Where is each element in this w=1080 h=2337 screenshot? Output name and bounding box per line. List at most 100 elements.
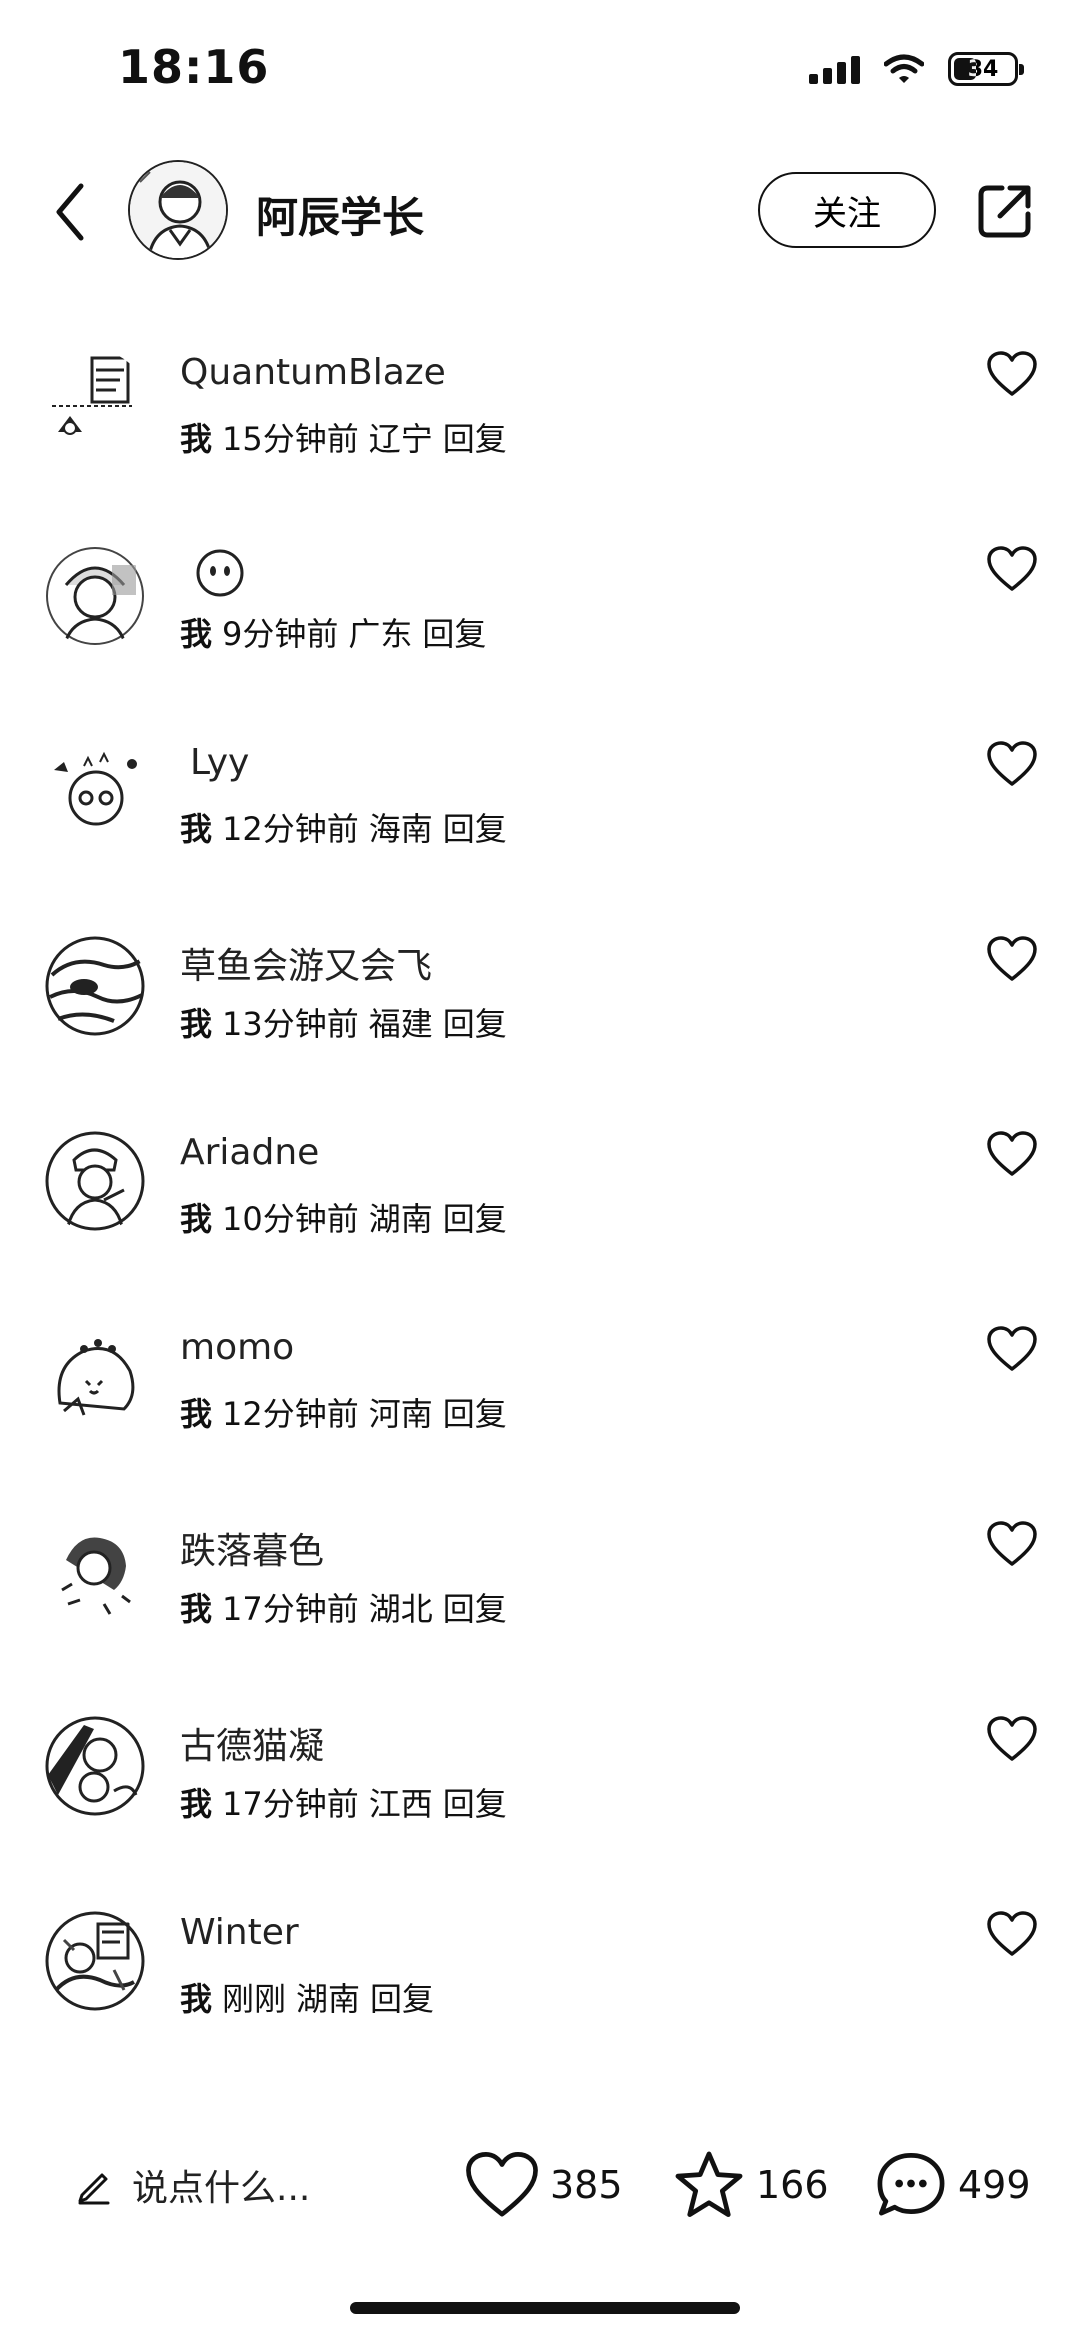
avatar[interactable]	[44, 935, 146, 1037]
comment-text: 我	[180, 1590, 213, 1628]
reply-button[interactable]: 回复	[443, 1200, 507, 1238]
comment-meta: 我 12分钟前 海南 回复	[180, 804, 507, 850]
comment-item: 跌落暮色 我 17分钟前 湖北 回复	[0, 1500, 1080, 1695]
share-button[interactable]	[976, 182, 1034, 240]
reply-button[interactable]: 回复	[422, 615, 486, 653]
reply-button[interactable]: 回复	[370, 1980, 434, 2018]
comment-username[interactable]: Winter	[180, 1912, 299, 1953]
heart-icon[interactable]	[986, 1520, 1038, 1568]
comment-time: 刚刚	[222, 1980, 287, 2018]
comment-time: 17分钟前	[222, 1590, 359, 1628]
comment-username[interactable]: Ariadne	[180, 1132, 319, 1173]
collect-button[interactable]: 166	[672, 2142, 829, 2228]
battery-level: 34	[967, 56, 999, 82]
emoji-face-icon	[196, 549, 244, 597]
reply-button[interactable]: 回复	[443, 1590, 507, 1628]
comment-item: 我 9分钟前 广东 回复	[0, 525, 1080, 720]
comment-text: 我	[180, 1005, 213, 1043]
comment-time: 12分钟前	[222, 810, 359, 848]
comment-text: 我	[180, 810, 213, 848]
comment-username[interactable]: Lyy	[190, 742, 249, 783]
back-icon	[56, 183, 84, 241]
comment-item: Winter 我刚刚 湖南 回复	[0, 1890, 1080, 2085]
comment-region: 湖北	[368, 1590, 433, 1628]
post-header: 阿辰学长 关注	[0, 160, 1080, 260]
heart-icon[interactable]	[986, 1325, 1038, 1373]
avatar[interactable]	[44, 1130, 146, 1232]
reply-button[interactable]: 回复	[443, 1785, 507, 1823]
comment-region: 辽宁	[368, 420, 433, 458]
comment-meta: 我 15分钟前 辽宁 回复	[180, 414, 507, 460]
reply-button[interactable]: 回复	[443, 1005, 507, 1043]
reply-button[interactable]: 回复	[443, 810, 507, 848]
bottom-action-bar: 说点什么... 385 166 499	[0, 2130, 1080, 2240]
heart-icon[interactable]	[986, 1910, 1038, 1958]
author-avatar[interactable]	[128, 160, 228, 260]
avatar[interactable]	[44, 1910, 146, 2012]
comment-text: 我	[180, 1200, 213, 1238]
comment-username[interactable]: QuantumBlaze	[180, 352, 446, 393]
comment-username[interactable]: 草鱼会游又会飞	[180, 937, 432, 989]
battery-icon: 34	[948, 52, 1024, 86]
comment-item: Lyy 我 12分钟前 海南 回复	[0, 720, 1080, 915]
heart-icon[interactable]	[986, 545, 1038, 593]
wifi-icon	[884, 54, 924, 83]
comment-time: 9分钟前	[222, 615, 339, 653]
avatar[interactable]	[44, 1715, 146, 1817]
heart-icon[interactable]	[986, 740, 1038, 788]
avatar[interactable]	[44, 1520, 146, 1622]
status-bar: 18:16 34	[0, 0, 1080, 140]
comment-meta: 我 13分钟前 福建 回复	[180, 999, 507, 1045]
author-name[interactable]: 阿辰学长	[256, 184, 424, 245]
comment-username[interactable]: momo	[180, 1327, 294, 1368]
reply-button[interactable]: 回复	[443, 1395, 507, 1433]
comment-username[interactable]	[180, 547, 246, 599]
comment-input-placeholder: 说点什么...	[132, 2168, 311, 2209]
heart-icon[interactable]	[986, 935, 1038, 983]
comment-list: QuantumBlaze 我15分钟前辽宁回复 我9分钟前广东回复	[0, 330, 1080, 2085]
comment-username[interactable]: 跌落暮色	[180, 1522, 324, 1574]
pencil-icon	[78, 2173, 110, 2205]
comment-meta: 我 17分钟前 江西 回复	[180, 1779, 507, 1825]
like-count: 385	[550, 2163, 623, 2207]
comment-text: 我	[180, 420, 213, 458]
comment-input[interactable]: 说点什么...	[74, 2150, 310, 2220]
comment-item: QuantumBlaze 我 15分钟前 辽宁 回复	[0, 330, 1080, 525]
comment-item: 古德猫凝 我 17分钟前 江西 回复	[0, 1695, 1080, 1890]
comment-region: 湖南	[296, 1980, 361, 2018]
comment-username[interactable]: 古德猫凝	[180, 1717, 324, 1769]
comment-region: 江西	[368, 1785, 433, 1823]
comment-meta: 我刚刚 湖南 回复	[180, 1974, 434, 2020]
comment-time: 10分钟前	[222, 1200, 359, 1238]
avatar[interactable]	[44, 1325, 146, 1427]
comment-time: 17分钟前	[222, 1785, 359, 1823]
status-time: 18:16	[118, 40, 270, 94]
comment-text: 我	[180, 1395, 213, 1433]
comment-text: 我	[180, 1785, 213, 1823]
avatar[interactable]	[44, 545, 146, 647]
comment-button[interactable]: 499	[874, 2142, 1031, 2228]
comment-region: 海南	[368, 810, 433, 848]
heart-icon[interactable]	[986, 350, 1038, 398]
like-button[interactable]: 385	[464, 2142, 623, 2228]
comment-count: 499	[958, 2163, 1031, 2207]
share-icon	[978, 185, 1031, 238]
follow-button[interactable]: 关注	[758, 172, 936, 248]
reply-button[interactable]: 回复	[443, 420, 507, 458]
heart-icon[interactable]	[986, 1715, 1038, 1763]
heart-icon	[466, 2152, 538, 2217]
comment-region: 广东	[348, 615, 413, 653]
heart-icon[interactable]	[986, 1130, 1038, 1178]
avatar[interactable]	[44, 740, 146, 842]
collect-count: 166	[756, 2163, 829, 2207]
comment-region: 湖南	[368, 1200, 433, 1238]
comment-item: 草鱼会游又会飞 我 13分钟前 福建 回复	[0, 915, 1080, 1110]
comment-region: 河南	[368, 1395, 433, 1433]
comment-time: 13分钟前	[222, 1005, 359, 1043]
comment-meta: 我 10分钟前 湖南 回复	[180, 1194, 507, 1240]
chat-icon	[877, 2153, 945, 2216]
avatar[interactable]	[44, 350, 146, 452]
back-button[interactable]	[42, 180, 98, 244]
comment-time: 15分钟前	[222, 420, 359, 458]
home-indicator[interactable]	[350, 2302, 740, 2314]
